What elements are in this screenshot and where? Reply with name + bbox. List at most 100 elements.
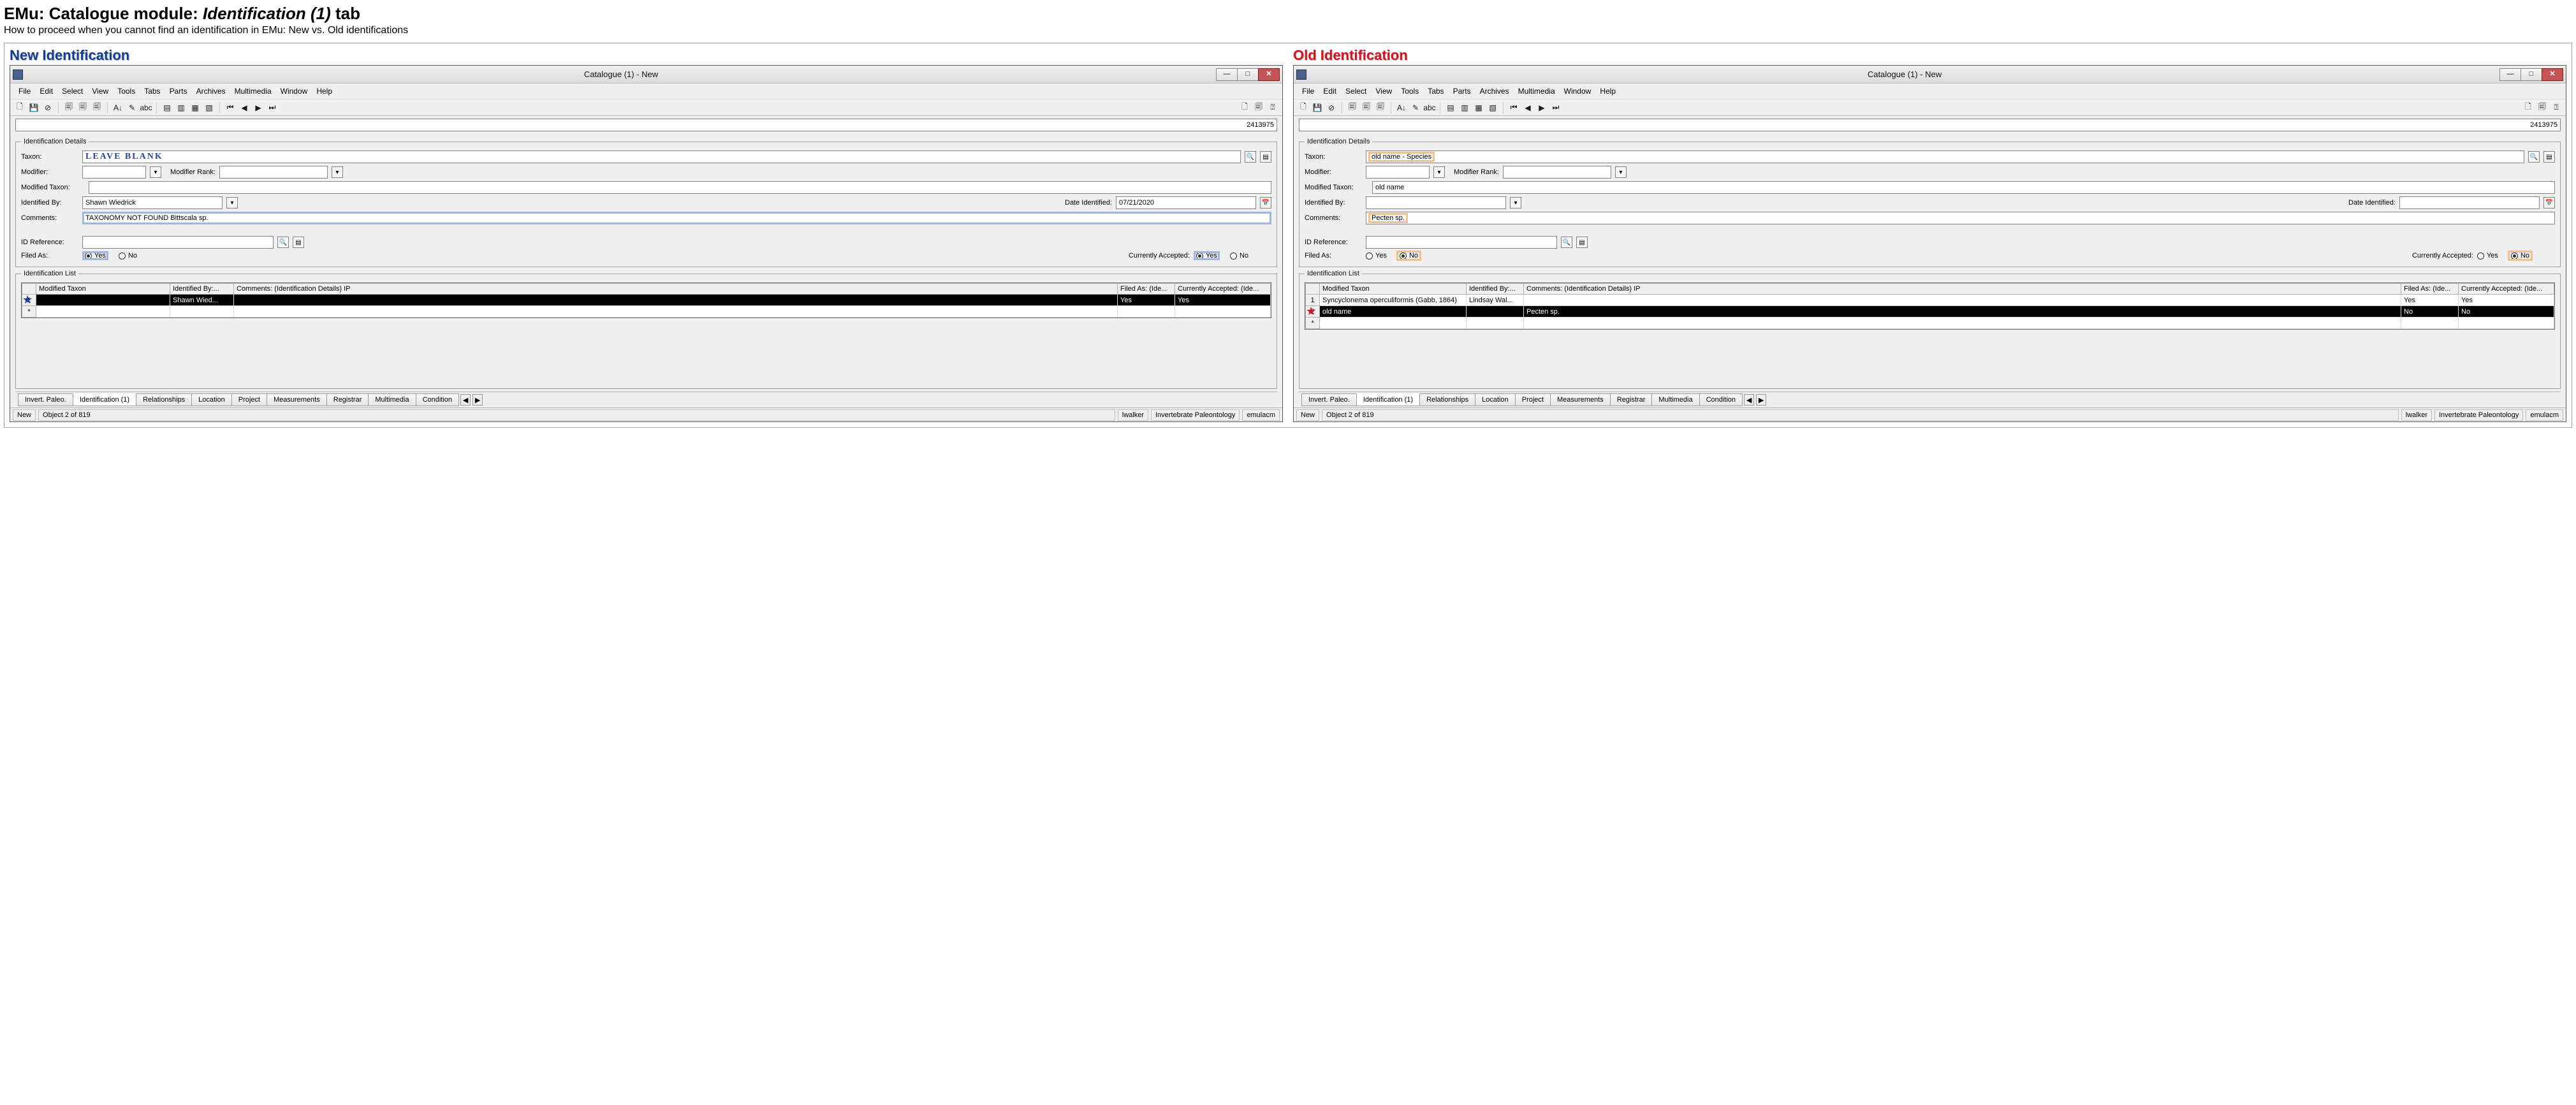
menu-tabs[interactable]: Tabs — [140, 85, 165, 97]
identified-by-lookup-button[interactable]: ▾ — [1510, 197, 1521, 209]
menu-window[interactable]: Window — [276, 85, 312, 97]
currently-accepted-yes[interactable]: Yes — [1196, 252, 1217, 260]
cell-ident_by[interactable]: Shawn Wied... — [170, 295, 234, 306]
module2-button[interactable]: 🗐 — [1361, 102, 1372, 113]
tabnav-prev[interactable]: ◀ — [1744, 394, 1754, 406]
cell-mod_taxon[interactable] — [1320, 318, 1467, 329]
tab-measurements[interactable]: Measurements — [1550, 393, 1611, 406]
copy-page-button[interactable]: 🗋 — [2522, 102, 2534, 113]
tabnav-prev[interactable]: ◀ — [460, 394, 471, 406]
grid-filedas-header[interactable]: Filed As: (Ide... — [2401, 284, 2459, 295]
cell-mod_taxon[interactable] — [36, 306, 170, 318]
modifier-rank-field[interactable] — [219, 166, 328, 179]
cell-mod_taxon[interactable]: Syncyclonema operculiformis (Gabb, 1864) — [1320, 295, 1467, 306]
tab-multimedia[interactable]: Multimedia — [368, 393, 416, 406]
cell-ident_by[interactable] — [1467, 318, 1524, 329]
date-identified-field[interactable] — [1116, 196, 1256, 209]
tab-project[interactable]: Project — [1515, 393, 1551, 406]
id-reference-lookup-button[interactable]: 🔍 — [277, 237, 289, 248]
tab-condition[interactable]: Condition — [1699, 393, 1743, 406]
id-reference-detail-button[interactable]: ▤ — [293, 237, 304, 248]
taxon-detail-button[interactable]: ▤ — [1260, 151, 1271, 163]
grid-modtaxon-header[interactable]: Modified Taxon — [36, 284, 170, 295]
grid-comments-header[interactable]: Comments: (Identification Details) IP — [1524, 284, 2401, 295]
id-reference-detail-button[interactable]: ▤ — [1576, 237, 1588, 248]
sheet1-button[interactable]: ▤ — [161, 102, 173, 113]
identified-by-lookup-button[interactable]: ▾ — [226, 197, 238, 209]
nav-last-button[interactable]: ⏭ — [267, 102, 278, 113]
menu-parts[interactable]: Parts — [165, 85, 192, 97]
grid-comments-header[interactable]: Comments: (Identification Details) IP — [234, 284, 1118, 295]
table-row[interactable]: 1Syncyclonema operculiformis (Gabb, 1864… — [1306, 295, 2554, 306]
modifier-lookup-button[interactable]: ▾ — [150, 166, 161, 178]
module1-button[interactable]: 🗐 — [63, 102, 75, 113]
currently-accepted-no[interactable]: No — [2511, 252, 2529, 260]
modified-taxon-field[interactable] — [1372, 181, 2555, 194]
tab-relationships[interactable]: Relationships — [1419, 393, 1475, 406]
cell-filed_as[interactable]: Yes — [2401, 295, 2459, 306]
menu-edit[interactable]: Edit — [35, 85, 57, 97]
cell-comments[interactable] — [1524, 295, 2401, 306]
currently-accepted-no[interactable]: No — [1230, 252, 1248, 260]
menu-tabs[interactable]: Tabs — [1423, 85, 1448, 97]
forbid-button[interactable]: ⊘ — [42, 102, 54, 113]
module1-button[interactable]: 🗐 — [1347, 102, 1358, 113]
cell-idx[interactable]: * — [1306, 318, 1320, 329]
date-calendar-button[interactable] — [1260, 197, 1271, 209]
taxon-detail-button[interactable]: ▤ — [2543, 151, 2555, 163]
cell-comments[interactable]: Pecten sp. — [1524, 306, 2401, 318]
paste-page-button[interactable]: 🗐 — [2536, 102, 2548, 113]
menu-file[interactable]: File — [14, 85, 35, 97]
menubar[interactable]: FileEditSelectViewToolsTabsPartsArchives… — [10, 84, 1282, 99]
cell-ident_by[interactable]: Lindsay Wal... — [1467, 295, 1524, 306]
forbid-button[interactable]: ⊘ — [1326, 102, 1337, 113]
help-cursor-button[interactable]: ⍰ — [2550, 102, 2562, 113]
menu-window[interactable]: Window — [1560, 85, 1596, 97]
cell-filed_as[interactable]: No — [2401, 306, 2459, 318]
cell-curr_acc[interactable] — [2459, 318, 2554, 329]
taxon-lookup-button[interactable]: 🔍 — [2528, 151, 2540, 163]
nav-prev-button[interactable]: ◀ — [1522, 102, 1533, 113]
date-calendar-button[interactable] — [2543, 197, 2555, 209]
module3-button[interactable]: 🗐 — [1375, 102, 1386, 113]
cell-comments[interactable] — [234, 295, 1118, 306]
tab-relationships[interactable]: Relationships — [136, 393, 192, 406]
tabnav-next[interactable]: ▶ — [472, 394, 483, 406]
cell-idx[interactable]: 2 — [1306, 306, 1320, 318]
grid-idx-header[interactable] — [1306, 284, 1320, 295]
record-id-input[interactable] — [1299, 119, 2561, 131]
nav-next-button[interactable]: ▶ — [252, 102, 264, 113]
menu-multimedia[interactable]: Multimedia — [1514, 85, 1560, 97]
abc-check-button[interactable]: abc — [1424, 102, 1435, 113]
id-reference-field[interactable] — [82, 236, 274, 249]
cell-curr_acc[interactable]: No — [2459, 306, 2554, 318]
date-identified-field[interactable] — [2399, 196, 2540, 209]
abc-check-button[interactable]: abc — [140, 102, 152, 113]
menu-help[interactable]: Help — [1595, 85, 1620, 97]
menu-archives[interactable]: Archives — [192, 85, 230, 97]
close-button[interactable]: ✕ — [1258, 68, 1280, 81]
grid-modtaxon-header[interactable]: Modified Taxon — [1320, 284, 1467, 295]
nav-first-button[interactable]: ⏮ — [1508, 102, 1519, 113]
tab-registrar[interactable]: Registrar — [1610, 393, 1653, 406]
grid-idx-header[interactable] — [22, 284, 36, 295]
modified-taxon-field[interactable] — [89, 181, 1271, 194]
edit-pencil-button[interactable]: ✎ — [1410, 102, 1421, 113]
paste-page-button[interactable]: 🗐 — [1253, 102, 1264, 113]
menu-view[interactable]: View — [87, 85, 113, 97]
cell-curr_acc[interactable]: Yes — [1175, 295, 1271, 306]
modifier-rank-lookup-button[interactable]: ▾ — [332, 166, 343, 178]
table-row[interactable]: * — [22, 306, 1271, 318]
save-button[interactable]: 💾 — [1312, 102, 1323, 113]
filed-as-yes[interactable]: Yes — [1366, 252, 1387, 260]
identified-by-field[interactable] — [1366, 196, 1506, 209]
help-cursor-button[interactable]: ⍰ — [1267, 102, 1278, 113]
grid-identby-header[interactable]: Identified By:... — [170, 284, 234, 295]
edit-pencil-button[interactable]: ✎ — [126, 102, 138, 113]
cell-mod_taxon[interactable]: old name — [1320, 306, 1467, 318]
new-doc-button[interactable]: 🗋 — [1298, 102, 1309, 113]
taxon-lookup-button[interactable]: 🔍 — [1245, 151, 1256, 163]
tab-invert-paleo-[interactable]: Invert. Paleo. — [1301, 393, 1357, 406]
menu-view[interactable]: View — [1371, 85, 1396, 97]
grid-new[interactable]: Modified Taxon Identified By:... Comment… — [21, 282, 1271, 318]
